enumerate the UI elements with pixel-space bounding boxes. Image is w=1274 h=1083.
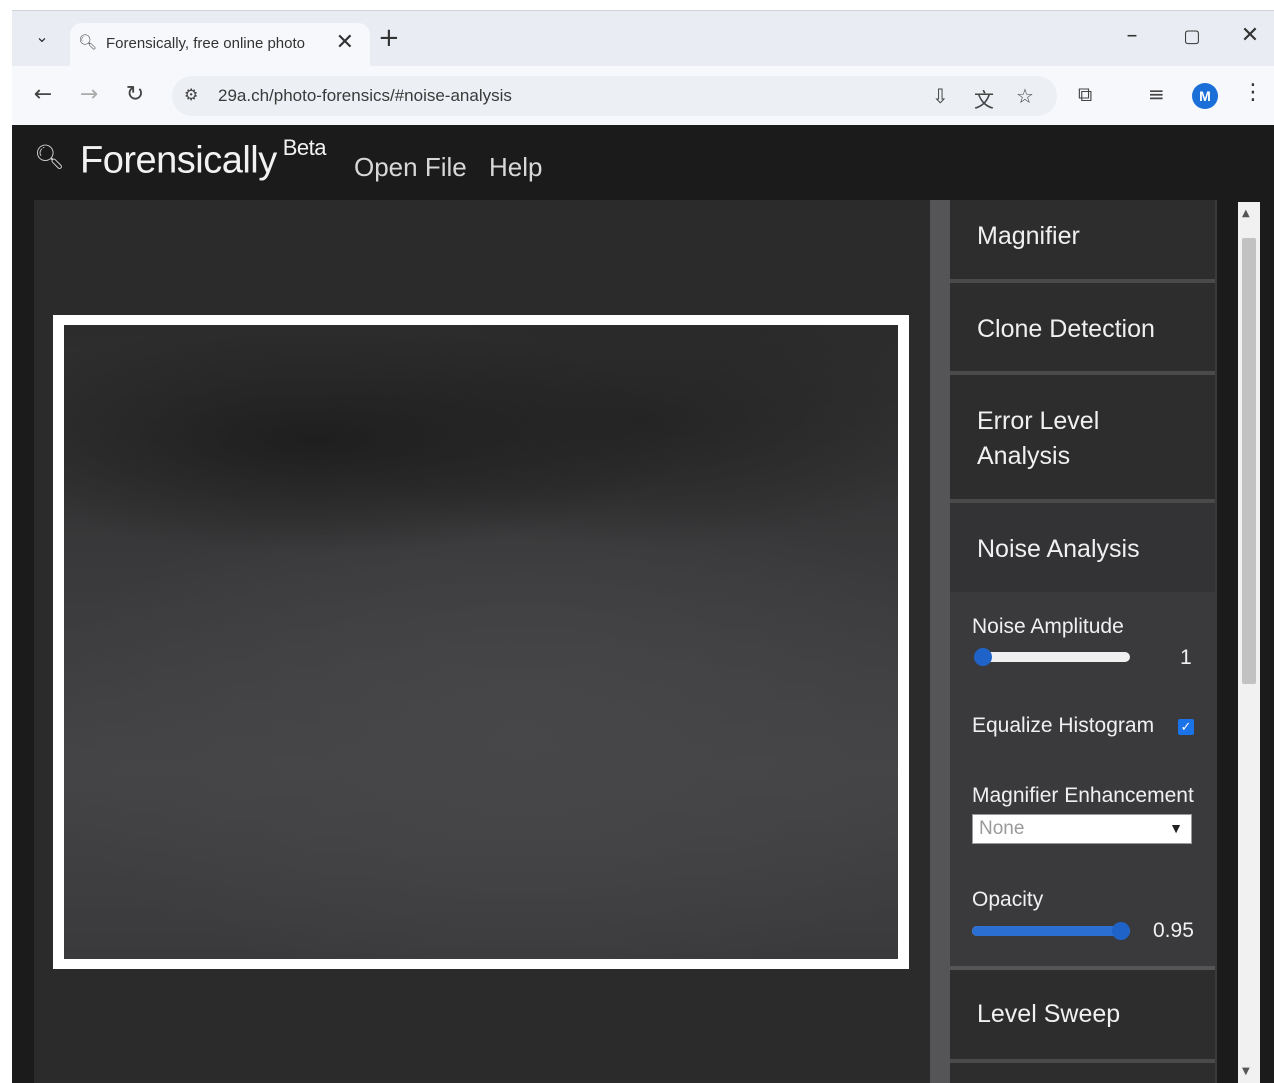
browser-chrome: ⌄ 🔍︎ Forensically, free online photo ✕ +… [12,10,1274,126]
tool-label: Clone Detection [977,315,1155,343]
tool-label: Level Sweep [977,1000,1121,1028]
tab-list-chevron-icon[interactable]: ⌄ [30,25,54,49]
noise-analysis-options: Noise Amplitude 1 Equalize Histogram ✓ M… [950,592,1215,970]
extensions-puzzle-icon[interactable]: ⧉ [1078,82,1092,106]
install-app-icon[interactable]: ⇩ [932,84,949,108]
address-bar[interactable]: ⚙ 29a.ch/photo-forensics/#noise-analysis… [172,76,1057,116]
tool-error-level-analysis[interactable]: Error Level Analysis [950,375,1215,503]
select-value: None [979,818,1025,839]
magnifier-logo-icon: 🔍︎ [34,143,65,171]
tool-magnifier[interactable]: Magnifier [950,200,1215,283]
reload-icon[interactable]: ↻ [120,82,150,107]
tool-level-sweep[interactable]: Level Sweep [950,970,1215,1063]
back-arrow-icon[interactable]: ← [28,82,58,107]
opacity-slider[interactable] [972,922,1130,940]
slider-thumb[interactable] [1112,922,1130,940]
tool-next-partial[interactable] [950,1063,1215,1083]
browser-toolbar: ← → ↻ ⚙ 29a.ch/photo-forensics/#noise-an… [12,66,1274,126]
scroll-up-arrow-icon[interactable]: ▲ [1242,208,1250,219]
media-controls-icon[interactable]: ≡ [1148,82,1165,106]
image-frame [53,315,909,969]
magnifier-enhancement-select[interactable]: None ▼ [972,814,1192,844]
noise-amplitude-value: 1 [1180,646,1192,669]
tab-strip: ⌄ 🔍︎ Forensically, free online photo ✕ +… [12,11,1274,66]
noise-analysis-image[interactable] [64,325,898,959]
panel-gutter [930,200,950,1083]
open-file-link[interactable]: Open File [354,152,467,183]
profile-avatar[interactable]: M [1192,83,1218,109]
tab-title: Forensically, free online photo [106,35,305,52]
noise-amplitude-slider[interactable] [974,648,1130,666]
slider-thumb[interactable] [974,648,992,666]
tool-label: Noise Analysis [977,535,1140,563]
forward-arrow-icon[interactable]: → [74,82,104,107]
opacity-value: 0.95 [1153,919,1194,942]
tool-noise-analysis[interactable]: Noise Analysis [950,503,1215,596]
forensically-app: 🔍︎ Forensically Beta Open File Help Magni… [12,125,1274,1083]
brand-name: Forensically [80,139,277,182]
beta-badge: Beta [282,135,327,160]
minimize-icon[interactable]: – [1112,23,1152,48]
equalize-histogram-checkbox[interactable]: ✓ [1178,719,1194,735]
scroll-thumb[interactable] [1242,238,1256,684]
url-text[interactable]: 29a.ch/photo-forensics/#noise-analysis [218,86,512,106]
magnifier-enhancement-label: Magnifier Enhancement [972,784,1194,807]
new-tab-plus-icon[interactable]: + [378,25,400,51]
bookmark-star-icon[interactable]: ☆ [1016,84,1034,108]
browser-menu-icon[interactable]: ⋮ [1242,80,1264,105]
tool-panel: Magnifier Clone Detection Error Level An… [950,200,1217,1083]
opacity-label: Opacity [972,888,1044,911]
equalize-histogram-label: Equalize Histogram [972,714,1155,737]
image-workspace[interactable] [34,200,932,1083]
close-window-icon[interactable]: ✕ [1230,23,1270,48]
chevron-down-icon: ▼ [1169,820,1183,836]
site-info-icon[interactable]: ⚙ [184,85,198,104]
noise-amplitude-label: Noise Amplitude [972,615,1124,638]
brand-title[interactable]: Forensically Beta [80,135,327,183]
tool-label: Error Level [977,407,1100,435]
page-edge [0,125,12,1083]
help-link[interactable]: Help [489,152,542,183]
tool-clone-detection[interactable]: Clone Detection [950,283,1215,375]
tab-close-icon[interactable]: ✕ [336,30,354,55]
slider-fill [972,926,1122,936]
translate-icon[interactable]: 文 [974,84,994,113]
tool-label: Analysis [977,442,1071,470]
scroll-down-arrow-icon[interactable]: ▼ [1242,1066,1250,1077]
maximize-icon[interactable]: ▢ [1172,26,1212,47]
browser-tab[interactable]: 🔍︎ Forensically, free online photo ✕ [70,23,370,66]
magnifier-favicon-icon: 🔍︎ [78,33,98,51]
tool-label: Magnifier [977,222,1080,250]
panel-scrollbar[interactable]: ▲ ▼ [1238,202,1260,1083]
